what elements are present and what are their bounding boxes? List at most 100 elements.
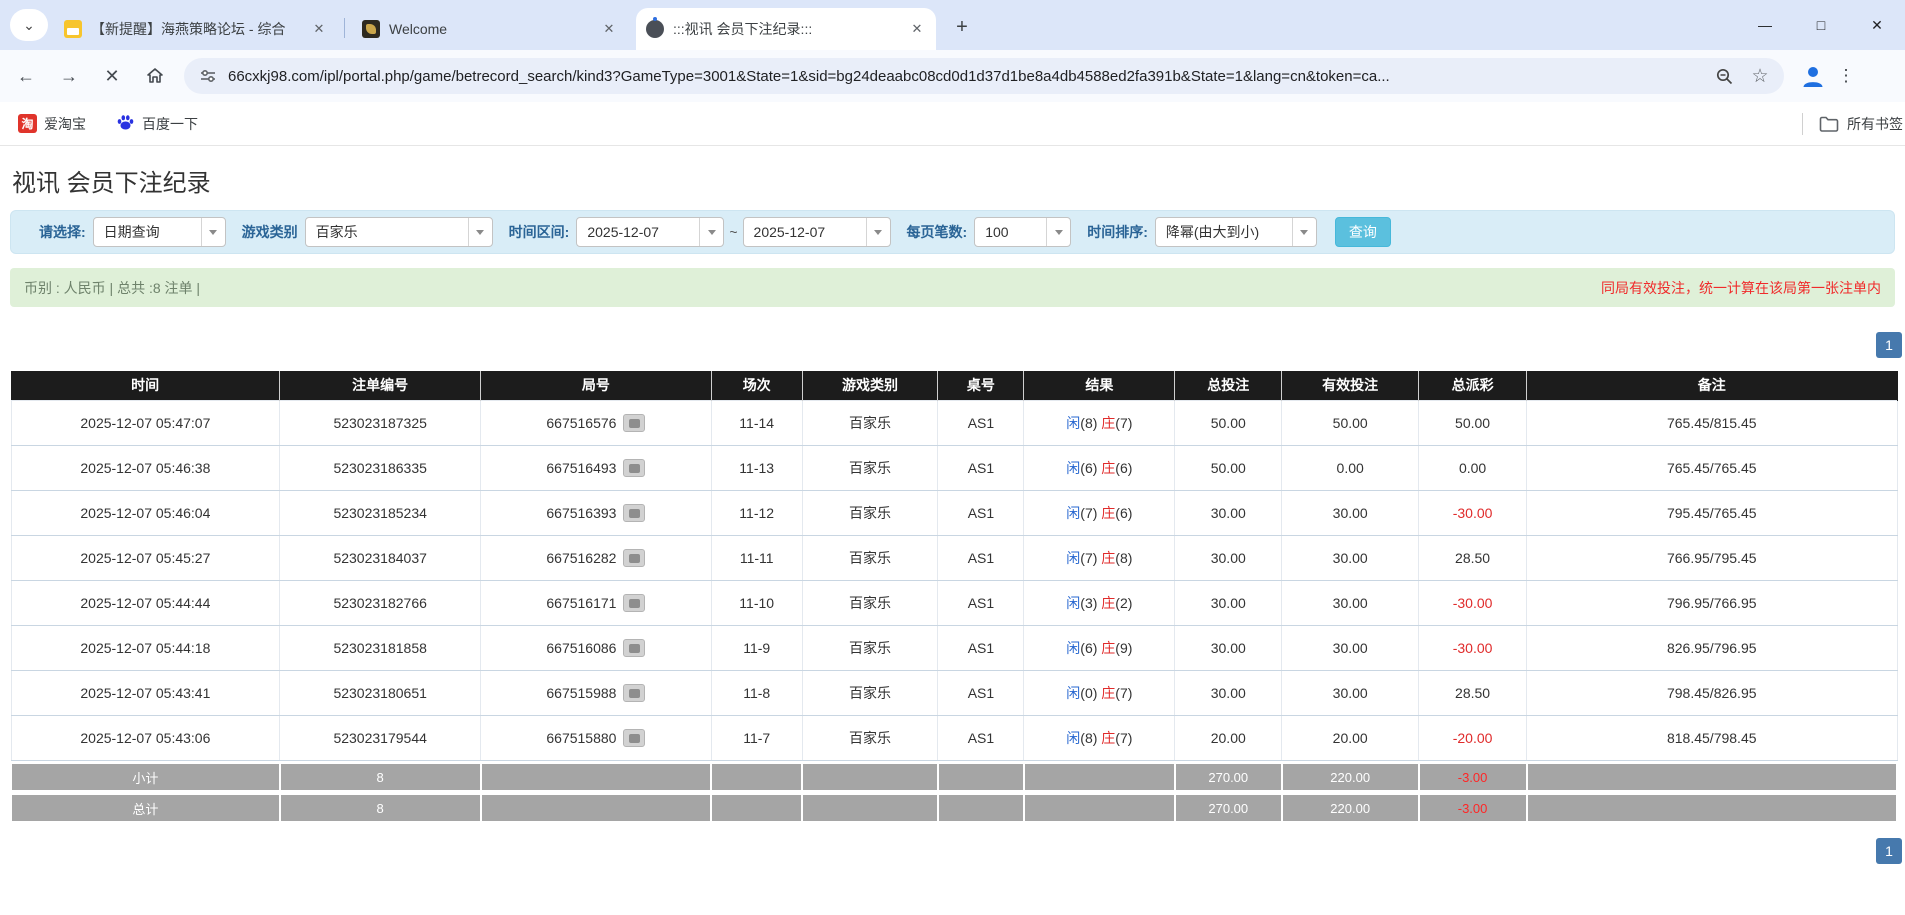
- zoom-magnifier-icon[interactable]: [1714, 66, 1734, 86]
- chevron-down-icon[interactable]: [1046, 218, 1070, 246]
- back-button[interactable]: ←: [9, 59, 43, 93]
- close-icon[interactable]: ✕: [600, 20, 618, 38]
- replay-video-icon[interactable]: [623, 729, 645, 747]
- chevron-down-icon[interactable]: [866, 218, 890, 246]
- chevron-down-icon[interactable]: [468, 218, 492, 246]
- chevron-down-icon[interactable]: [699, 218, 723, 246]
- replay-video-icon[interactable]: [623, 684, 645, 702]
- address-bar[interactable]: 66cxkj98.com/ipl/portal.php/game/betreco…: [184, 58, 1784, 94]
- cell-table-no: AS1: [938, 670, 1024, 715]
- chevron-down-icon[interactable]: [1292, 218, 1316, 246]
- site-settings-tune-icon[interactable]: [198, 66, 218, 86]
- bookmarks-bar: 淘 爱淘宝 百度一下 所有书签: [0, 102, 1905, 146]
- window-controls: — □ ✕: [1737, 0, 1905, 50]
- cell-time: 2025-12-07 05:47:07: [11, 400, 280, 445]
- game-type-select[interactable]: 百家乐: [305, 217, 493, 247]
- home-button[interactable]: [138, 59, 172, 93]
- cell-bet-id: 523023185234: [280, 490, 481, 535]
- date-from-select[interactable]: 2025-12-07: [576, 217, 724, 247]
- replay-video-icon[interactable]: [623, 594, 645, 612]
- cell-total-bet: 30.00: [1175, 535, 1282, 580]
- cell-bet-id: 523023179544: [280, 715, 481, 760]
- replay-video-icon[interactable]: [623, 504, 645, 522]
- round-number: 667516282: [546, 550, 616, 566]
- cell-time: 2025-12-07 05:46:38: [11, 445, 280, 490]
- tab-forum[interactable]: 【新提醒】海燕策略论坛 - 综合 ✕: [54, 8, 338, 50]
- query-mode-select[interactable]: 日期查询: [93, 217, 226, 247]
- bookmark-star-icon[interactable]: ☆: [1750, 66, 1770, 86]
- date-from-value: 2025-12-07: [577, 218, 699, 246]
- close-icon[interactable]: ✕: [310, 20, 328, 38]
- page-size-value: 100: [975, 218, 1046, 246]
- cell-total-bet: 50.00: [1175, 445, 1282, 490]
- sort-order-label: 时间排序:: [1087, 222, 1148, 242]
- cell-result: 闲(6) 庄(9): [1024, 625, 1175, 670]
- date-to-select[interactable]: 2025-12-07: [743, 217, 891, 247]
- replay-video-icon[interactable]: [623, 459, 645, 477]
- tab-bet-record-active[interactable]: :::视讯 会员下注纪录::: ✕: [636, 8, 936, 50]
- cell-note: 818.45/798.45: [1527, 715, 1897, 760]
- round-number: 667516493: [546, 460, 616, 476]
- page-title: 视讯 会员下注纪录: [12, 163, 211, 198]
- cell-table-no: AS1: [938, 535, 1024, 580]
- sort-order-value: 降幂(由大到小): [1156, 218, 1292, 246]
- search-button[interactable]: 查询: [1335, 217, 1391, 247]
- sort-order-select[interactable]: 降幂(由大到小): [1155, 217, 1317, 247]
- person-icon: [1799, 62, 1827, 90]
- profile-avatar[interactable]: [1798, 61, 1828, 91]
- cell-bet-id: 523023181858: [280, 625, 481, 670]
- cell-note: 766.95/795.45: [1527, 535, 1897, 580]
- pagination-page-1-top[interactable]: 1: [1876, 332, 1902, 358]
- forum-favicon-icon: [64, 20, 82, 38]
- close-window-button[interactable]: ✕: [1849, 0, 1905, 50]
- round-number: 667516393: [546, 505, 616, 521]
- cell-table-no: AS1: [938, 715, 1024, 760]
- header-valid-bet: 有效投注: [1282, 371, 1419, 400]
- cell-note: 765.45/815.45: [1527, 400, 1897, 445]
- cell-bet-id: 523023180651: [280, 670, 481, 715]
- banker-score: (6): [1115, 460, 1132, 476]
- cell-game: 百家乐: [802, 445, 938, 490]
- replay-video-icon[interactable]: [623, 549, 645, 567]
- table-row: 2025-12-07 05:43:06 523023179544 6675158…: [11, 715, 1897, 760]
- tab-list-chevron-icon[interactable]: ⌄: [10, 9, 48, 41]
- bookmark-baidu[interactable]: 百度一下: [116, 113, 198, 135]
- cell-payout: 28.50: [1419, 670, 1527, 715]
- browser-menu-button[interactable]: ⋮: [1834, 61, 1858, 91]
- banker-score: (7): [1115, 685, 1132, 701]
- cell-time: 2025-12-07 05:44:18: [11, 625, 280, 670]
- table-row: 2025-12-07 05:46:04 523023185234 6675163…: [11, 490, 1897, 535]
- omnibox-actions: ☆: [1714, 66, 1770, 86]
- bookmark-taobao[interactable]: 淘 爱淘宝: [18, 114, 86, 134]
- cell-note: 826.95/796.95: [1527, 625, 1897, 670]
- tilde-separator: ~: [729, 224, 737, 240]
- stop-loading-button[interactable]: ✕: [95, 59, 129, 93]
- minimize-button[interactable]: —: [1737, 0, 1793, 50]
- cell-session: 11-11: [711, 535, 802, 580]
- page-size-select[interactable]: 100: [974, 217, 1071, 247]
- header-result: 结果: [1024, 371, 1175, 400]
- forward-button[interactable]: →: [52, 59, 86, 93]
- pagination-page-1-bottom[interactable]: 1: [1876, 838, 1902, 864]
- cell-game: 百家乐: [802, 715, 938, 760]
- banker-label: 庄: [1101, 415, 1115, 431]
- url-text[interactable]: 66cxkj98.com/ipl/portal.php/game/betreco…: [228, 68, 1702, 85]
- player-label: 闲: [1066, 460, 1080, 476]
- cell-total-bet: 50.00: [1175, 400, 1282, 445]
- cell-table-no: AS1: [938, 400, 1024, 445]
- replay-video-icon[interactable]: [623, 639, 645, 657]
- cell-result: 闲(7) 庄(8): [1024, 535, 1175, 580]
- cell-note: 798.45/826.95: [1527, 670, 1897, 715]
- maximize-button[interactable]: □: [1793, 0, 1849, 50]
- all-bookmarks-button[interactable]: 所有书签: [1847, 114, 1903, 134]
- cell-valid-bet: 0.00: [1282, 445, 1419, 490]
- header-round: 局号: [481, 371, 712, 400]
- close-icon[interactable]: ✕: [908, 20, 926, 38]
- replay-video-icon[interactable]: [623, 414, 645, 432]
- new-tab-button[interactable]: +: [948, 13, 976, 41]
- bet-record-table: 时间 注单编号 局号 场次 游戏类别 桌号 结果 总投注 有效投注 总派彩 备注…: [10, 371, 1898, 823]
- tab-welcome[interactable]: Welcome ✕: [352, 8, 628, 50]
- cell-table-no: AS1: [938, 580, 1024, 625]
- chevron-down-icon: ⌄: [23, 17, 35, 34]
- chevron-down-icon[interactable]: [201, 218, 225, 246]
